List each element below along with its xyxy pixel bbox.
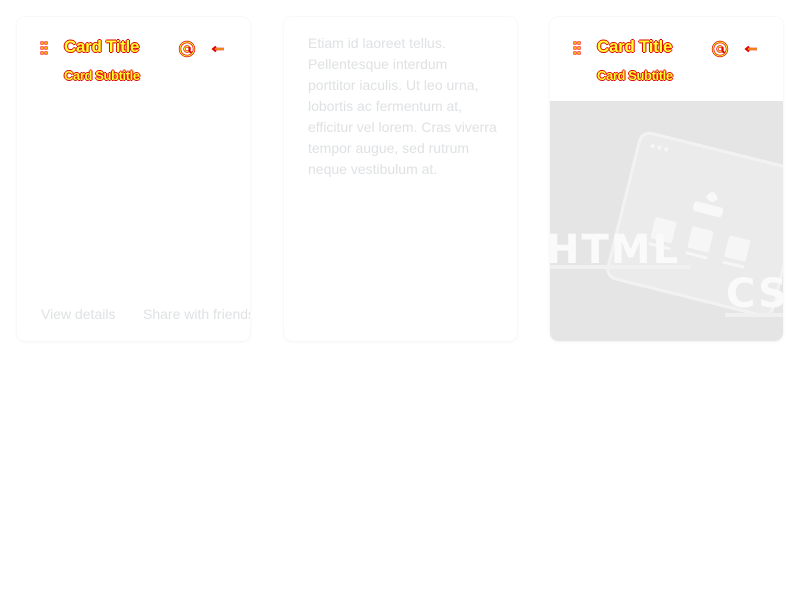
- card-actions: View details Share with friends: [17, 303, 250, 327]
- at-sign-icon[interactable]: [177, 39, 197, 59]
- card-with-media: Card Title Card Subtitle HTML CS: [550, 17, 783, 341]
- arrow-left-icon[interactable]: [742, 39, 762, 59]
- arrow-left-icon[interactable]: [209, 39, 229, 59]
- card-subtitle: Card Subtitle: [597, 68, 673, 83]
- drag-handle-icon[interactable]: [574, 42, 582, 56]
- card-header: Card Title Card Subtitle: [550, 17, 783, 101]
- card-title: Card Title: [597, 37, 673, 56]
- card-media-image: HTML CSS: [550, 101, 783, 341]
- media-css-text: CSS: [726, 271, 783, 317]
- card-header: Card Title Card Subtitle: [17, 17, 250, 101]
- view-details-link[interactable]: View details: [41, 306, 115, 322]
- card-body-text: Etiam id laoreet tellus. Pellentesque in…: [308, 35, 497, 177]
- card-subtitle: Card Subtitle: [64, 68, 140, 83]
- drag-handle-icon[interactable]: [41, 42, 49, 56]
- at-sign-icon[interactable]: [710, 39, 730, 59]
- page: Card Title Card Subtitle View details Sh…: [0, 0, 800, 600]
- share-with-friends-link[interactable]: Share with friends: [143, 306, 250, 322]
- card-text-only: Etiam id laoreet tellus. Pellentesque in…: [284, 17, 517, 341]
- card-with-actions: Card Title Card Subtitle View details Sh…: [17, 17, 250, 341]
- card-title: Card Title: [64, 37, 140, 56]
- media-html-text: HTML: [550, 227, 680, 273]
